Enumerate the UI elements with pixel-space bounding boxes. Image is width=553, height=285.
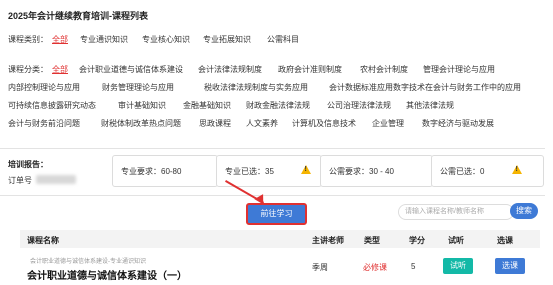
professional-selected-text: 专业已选：35 <box>225 167 274 176</box>
order-number-value <box>36 175 76 184</box>
type-item[interactable]: 全部 <box>52 64 68 75</box>
course-category-label: 课程类别： <box>8 35 48 44</box>
type-item[interactable]: 会计职业道德与诚信体系建设 <box>79 64 183 75</box>
type-item[interactable]: 思政课程 <box>199 118 231 129</box>
type-item[interactable]: 人文素养 <box>246 118 278 129</box>
course-teacher: 季周 <box>312 263 328 272</box>
public-selected-stat: 公需已选：0 <box>431 155 544 187</box>
course-credits: 5 <box>411 262 416 271</box>
type-item[interactable]: 财税体制改革热点问题 <box>101 118 181 129</box>
type-item[interactable]: 数字技术在会计与财务工作中的应用 <box>393 82 521 93</box>
type-item[interactable]: 财政金融法律法规 <box>246 100 310 111</box>
type-item[interactable]: 政府会计准则制度 <box>278 64 342 75</box>
page-title: 2025年会计继续教育培训-课程列表 <box>8 11 149 21</box>
course-subtitle: 会计职业道德与诚信体系建设-专业通识知识 <box>30 259 146 265</box>
professional-requirement-stat: 专业要求：60-80 <box>112 155 218 187</box>
type-item[interactable]: 可持续信息披露研究动态 <box>8 100 96 111</box>
warning-icon <box>512 165 522 174</box>
public-requirement-text: 公需要求：30 - 40 <box>329 167 394 176</box>
type-item[interactable]: 会计数据标准应用 <box>329 82 393 93</box>
course-title[interactable]: 会计职业道德与诚信体系建设（一） <box>27 267 187 282</box>
search-input[interactable]: 请输入课程名称/教师名称 <box>398 204 514 220</box>
type-item[interactable]: 会计与财务前沿问题 <box>8 118 80 129</box>
type-item[interactable]: 公司治理法律法规 <box>327 100 391 111</box>
professional-requirement-text: 专业要求：60-80 <box>121 167 182 176</box>
type-item[interactable]: 计算机及信息技术 <box>292 118 356 129</box>
warning-icon <box>301 165 311 174</box>
column-header-teacher: 主讲老师 <box>312 236 344 245</box>
column-header-type: 类型 <box>364 236 380 245</box>
column-header-select: 选课 <box>497 236 513 245</box>
type-item[interactable]: 数字经济与驱动发展 <box>422 118 494 129</box>
type-item[interactable]: 其他法律法规 <box>406 100 454 111</box>
type-item[interactable]: 金融基础知识 <box>183 100 231 111</box>
course-type-label: 课程分类： <box>8 65 48 74</box>
type-item[interactable]: 税收法律法规制度与实务应用 <box>204 82 308 93</box>
category-public-subject[interactable]: 公需科目 <box>267 34 299 45</box>
search-button[interactable]: 搜索 <box>510 203 538 219</box>
type-item[interactable]: 会计法律法规制度 <box>198 64 262 75</box>
type-item[interactable]: 财务管理理论与应用 <box>102 82 174 93</box>
go-study-button[interactable]: 前往学习 <box>246 203 307 225</box>
category-general-knowledge[interactable]: 专业通识知识 <box>80 34 128 45</box>
column-header-credits: 学分 <box>409 236 425 245</box>
column-header-trial: 试听 <box>448 236 464 245</box>
type-item[interactable]: 农村会计制度 <box>360 64 408 75</box>
training-report-label: 培训报告： <box>8 160 48 169</box>
category-core-knowledge[interactable]: 专业核心知识 <box>142 34 190 45</box>
type-item[interactable]: 内部控制理论与应用 <box>8 82 80 93</box>
type-item[interactable]: 管理会计理论与应用 <box>423 64 495 75</box>
professional-selected-stat: 专业已选：35 <box>216 155 322 187</box>
public-selected-text: 公需已选：0 <box>440 167 485 176</box>
course-type: 必修课 <box>363 263 387 272</box>
type-item[interactable]: 审计基础知识 <box>118 100 166 111</box>
category-extended-knowledge[interactable]: 专业拓展知识 <box>203 34 251 45</box>
select-course-button[interactable]: 选课 <box>495 258 525 274</box>
trial-button[interactable]: 试听 <box>443 258 473 274</box>
type-item[interactable]: 企业管理 <box>372 118 404 129</box>
category-all[interactable]: 全部 <box>52 34 68 45</box>
column-header-course-name: 课程名称 <box>27 236 59 245</box>
public-requirement-stat: 公需要求：30 - 40 <box>320 155 433 187</box>
order-number-label: 订单号 <box>8 176 32 185</box>
